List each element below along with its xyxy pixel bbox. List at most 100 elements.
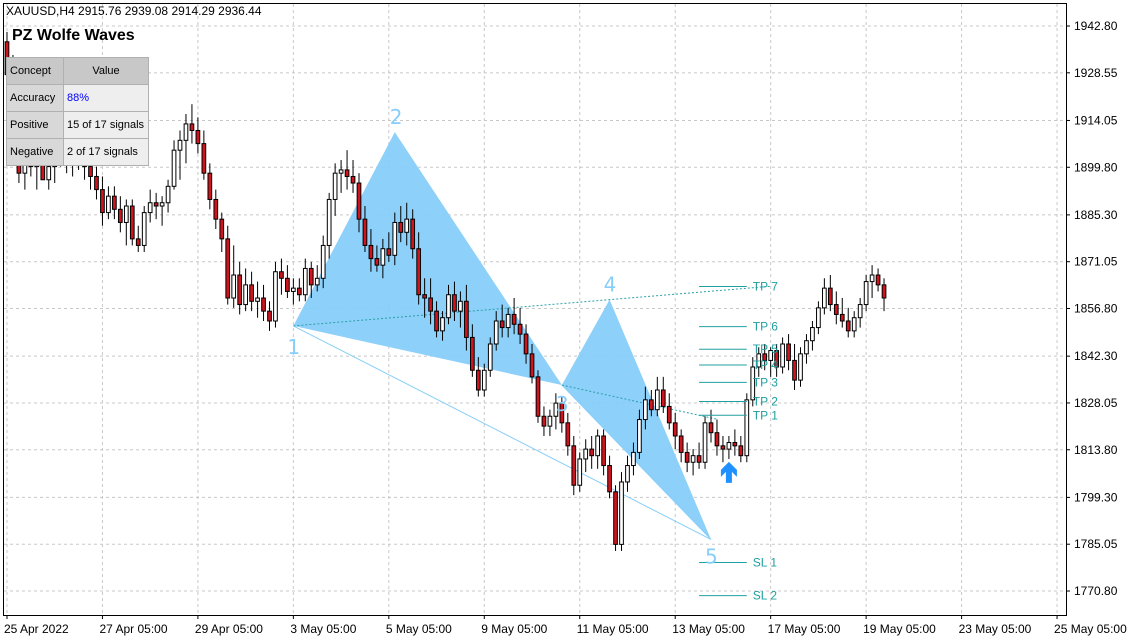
x-tick-label: 23 May 05:00 xyxy=(959,622,1032,636)
candle-bear xyxy=(296,287,302,296)
candle-bear xyxy=(827,287,833,306)
candle-bear xyxy=(607,465,612,493)
candle-bear xyxy=(374,258,380,266)
target-label: TP 2 xyxy=(753,394,778,408)
candle-bull xyxy=(123,205,129,223)
row-concept: Accuracy xyxy=(6,84,64,112)
y-tick-label: 1899.80 xyxy=(1074,160,1118,174)
candle-bull xyxy=(159,202,165,207)
target-label: TP 6 xyxy=(753,320,778,334)
y-tick-label: 1799.30 xyxy=(1074,490,1118,504)
candle-bull xyxy=(863,281,869,306)
candle-bull xyxy=(404,218,410,233)
y-tick-label: 1871.05 xyxy=(1074,255,1118,269)
candle-bear xyxy=(666,405,672,424)
target-label: TP 3 xyxy=(753,375,778,389)
y-tick-label: 1842.30 xyxy=(1074,349,1118,363)
candle-bear xyxy=(452,294,457,312)
candle-bear xyxy=(410,218,416,250)
candle-bull xyxy=(505,313,511,329)
candle-bull xyxy=(643,399,648,421)
candle-bull xyxy=(165,185,171,204)
candle-bull xyxy=(744,399,750,457)
candle-bear xyxy=(660,389,666,407)
candle-bear xyxy=(356,182,362,220)
x-tick-label: 17 May 05:00 xyxy=(768,622,841,636)
target-label: TP 4 xyxy=(753,358,778,372)
candle-bear xyxy=(792,359,797,381)
candle-bear xyxy=(225,238,231,299)
wave-label: 2 xyxy=(390,105,403,129)
candle-bull xyxy=(183,123,189,141)
candle-bear xyxy=(589,448,595,457)
candle-bull xyxy=(851,317,857,332)
target-label: TP 5 xyxy=(753,342,778,356)
y-tick-label: 1813.80 xyxy=(1074,443,1118,457)
candle-bear xyxy=(648,399,654,411)
candle-bear xyxy=(237,274,243,306)
candle-bear xyxy=(708,422,714,434)
candle-bear xyxy=(475,369,481,391)
x-tick-label: 29 Apr 05:00 xyxy=(195,622,263,636)
candle-bear xyxy=(696,455,702,463)
candle-bull xyxy=(291,287,296,292)
candle-bear xyxy=(195,129,201,145)
candle-bear xyxy=(684,451,690,463)
candle-bull xyxy=(810,327,815,342)
candle-bull xyxy=(458,300,463,312)
candle-bear xyxy=(464,300,469,338)
candle-bear xyxy=(207,172,213,200)
wave-label: 4 xyxy=(604,273,617,297)
candle-bear xyxy=(786,343,791,361)
y-tick-label: 1770.80 xyxy=(1074,584,1118,598)
candle-bear xyxy=(672,422,678,437)
wave-label: 3 xyxy=(556,392,569,416)
candle-bear xyxy=(213,198,219,220)
candle-bear xyxy=(88,166,93,177)
y-tick-label: 1828.05 xyxy=(1074,396,1118,410)
x-tick-label: 19 May 05:00 xyxy=(863,622,936,636)
candle-bull xyxy=(320,244,326,279)
candle-bull xyxy=(177,139,183,151)
y-tick-label: 1785.05 xyxy=(1074,537,1118,551)
candle-bull xyxy=(171,149,177,187)
candle-bull xyxy=(243,284,248,306)
candle-bear xyxy=(112,195,117,210)
target-label: TP 7 xyxy=(753,280,778,294)
candle-bull xyxy=(816,307,821,329)
price-chart[interactable]: TP 7TP 6TP 5TP 4TP 3TP 2TP 1SL 1SL 2 123… xyxy=(0,0,1131,641)
candle-bear xyxy=(308,267,314,286)
candle-bear xyxy=(386,248,392,256)
candle-bear xyxy=(875,274,881,286)
panel-title: PZ Wolfe Waves xyxy=(12,27,135,44)
candle-bear xyxy=(517,323,523,335)
candle-bear xyxy=(714,432,720,447)
candle-bear xyxy=(833,304,839,315)
candle-bear xyxy=(267,310,272,322)
x-tick-label: 11 May 05:00 xyxy=(577,622,649,636)
candle-bull xyxy=(493,320,499,345)
candle-bear xyxy=(422,294,427,299)
candle-bear xyxy=(678,435,684,453)
candle-bear xyxy=(416,248,422,296)
candle-bear xyxy=(100,189,105,214)
row-concept: Negative xyxy=(6,138,64,166)
candle-bear xyxy=(249,284,254,302)
y-tick-label: 1928.55 xyxy=(1074,66,1118,80)
candle-bull xyxy=(314,277,320,286)
candle-bear xyxy=(350,175,356,184)
info-table: Concept Value Accuracy 88% Positive 15 o… xyxy=(6,57,149,166)
x-tick-label: 25 May 05:00 xyxy=(1054,622,1127,636)
table-row: Accuracy 88% xyxy=(6,84,149,112)
candle-bull xyxy=(440,317,445,332)
candle-bull xyxy=(481,369,487,391)
candle-bear xyxy=(261,297,266,312)
candle-bull xyxy=(595,435,600,457)
candle-bear xyxy=(219,218,225,240)
candle-bear xyxy=(845,320,851,332)
candle-bear xyxy=(839,313,845,322)
x-tick-label: 25 Apr 2022 xyxy=(4,622,69,636)
candle-bull xyxy=(106,195,111,214)
candle-bull xyxy=(547,415,553,427)
table-row: Negative 2 of 17 signals xyxy=(6,138,149,166)
